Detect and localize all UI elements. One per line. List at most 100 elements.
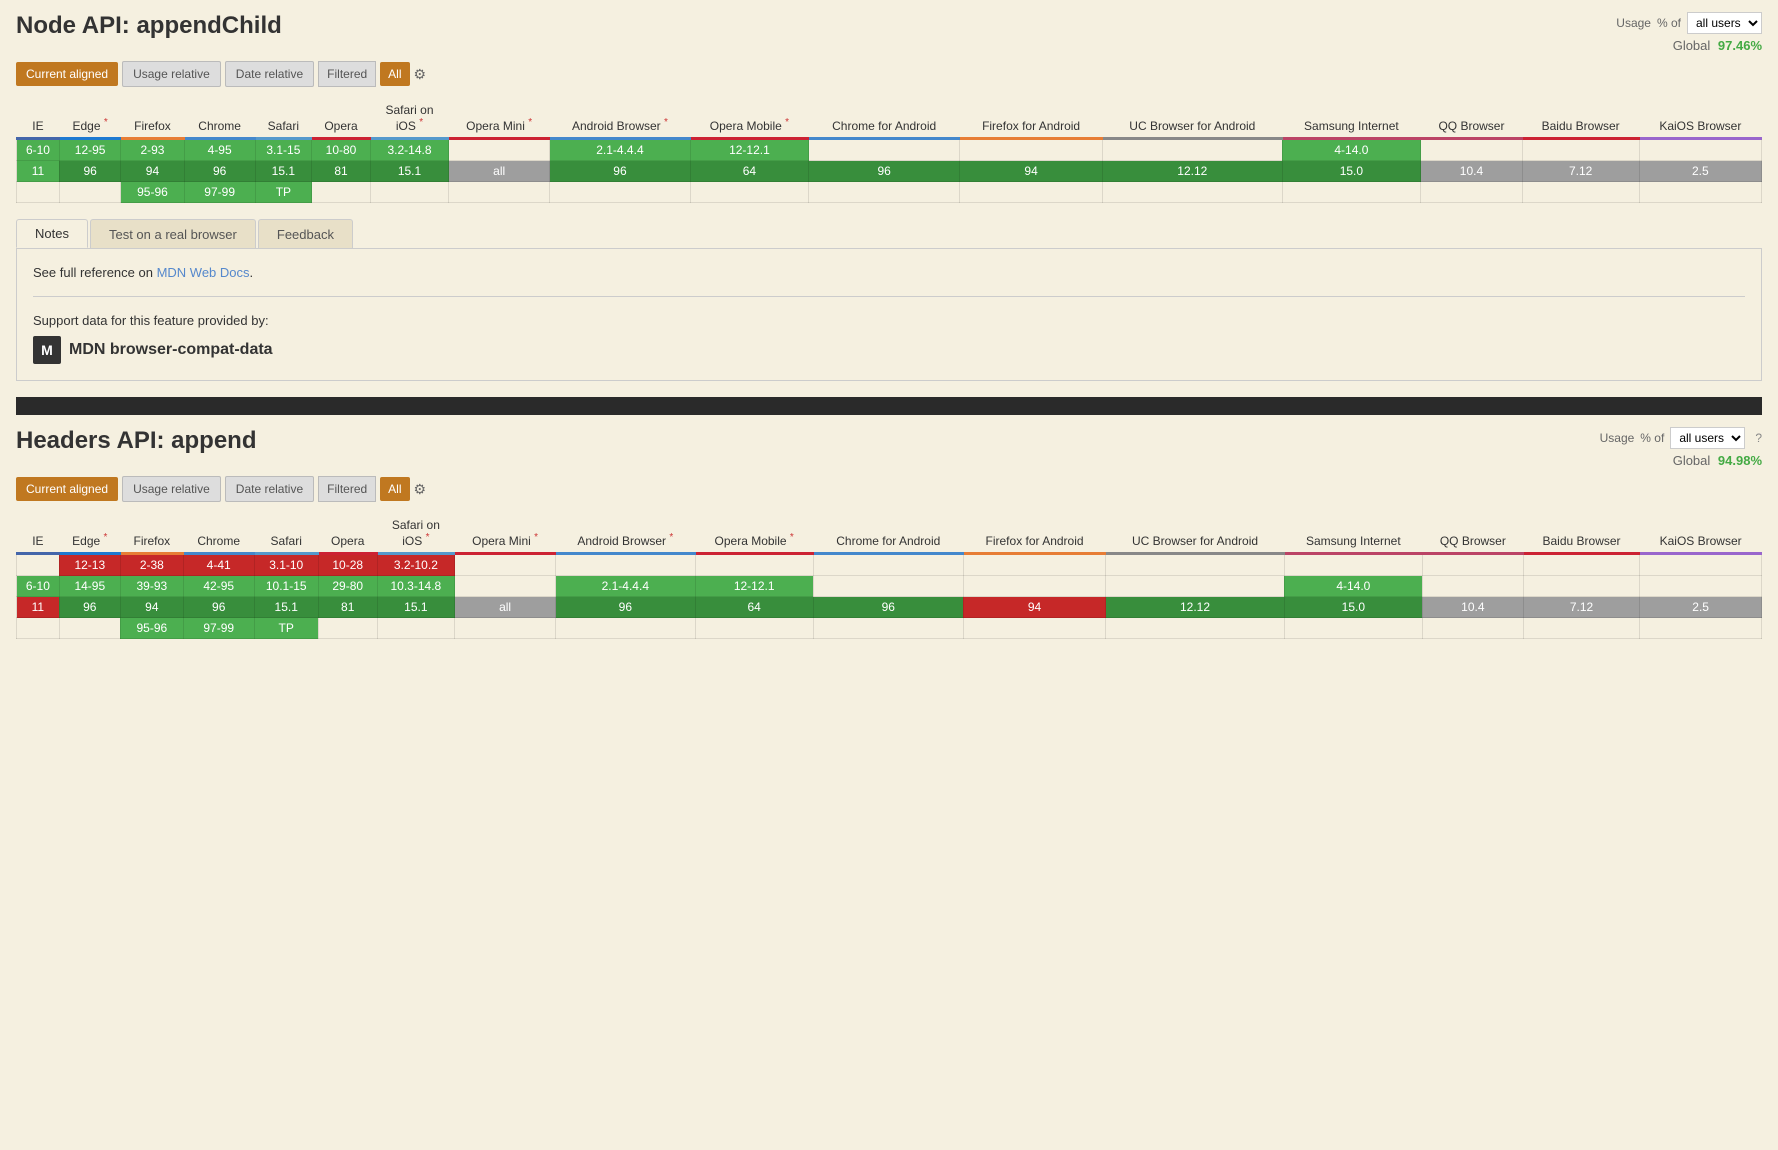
compat-cell: 96 xyxy=(809,161,960,182)
col-chrome-col: Chrome xyxy=(184,99,255,139)
usage-pct-label: % of xyxy=(1657,16,1681,30)
global-value: 97.46% xyxy=(1718,38,1762,53)
compat-cell: 95-96 xyxy=(121,182,184,203)
compat-cell xyxy=(1422,554,1523,576)
compat-table-wrapper: IE Edge * Firefox Chrome Safari Opera Sa… xyxy=(16,99,1762,203)
col-chrome-col: Chrome xyxy=(183,514,254,554)
compat-cell: TP xyxy=(255,182,311,203)
compat-cell: 4-14.0 xyxy=(1282,139,1421,161)
compat-cell: 81 xyxy=(318,597,377,618)
col-android-col: Android Browser * xyxy=(550,99,690,139)
btn-current-aligned[interactable]: Current aligned xyxy=(16,477,118,501)
btn-date-relative[interactable]: Date relative xyxy=(225,61,314,87)
col-safari-ios-col: Safari on iOS * xyxy=(377,514,455,554)
compat-cell xyxy=(318,618,377,639)
notes-tab-test-on-a-real-browser[interactable]: Test on a real browser xyxy=(90,219,256,248)
compat-cell xyxy=(449,139,550,161)
compat-cell: 97-99 xyxy=(183,618,254,639)
btn-all[interactable]: All xyxy=(380,477,409,501)
compat-cell: 97-99 xyxy=(184,182,255,203)
col-baidu-col: Baidu Browser xyxy=(1522,99,1639,139)
view-controls: Current aligned Usage relative Date rela… xyxy=(16,476,1762,502)
divider xyxy=(33,296,1745,297)
compat-cell xyxy=(455,618,556,639)
compat-cell: 15.0 xyxy=(1284,597,1422,618)
notes-tab-notes[interactable]: Notes xyxy=(16,219,88,248)
col-opera-mini-col: Opera Mini * xyxy=(455,514,556,554)
usage-select[interactable]: all users xyxy=(1670,427,1745,449)
notes-tab-feedback[interactable]: Feedback xyxy=(258,219,353,248)
compat-cell xyxy=(377,618,455,639)
compat-cell xyxy=(1106,618,1285,639)
col-opera-col: Opera xyxy=(312,99,371,139)
star-icon: * xyxy=(104,117,108,128)
btn-filtered[interactable]: Filtered xyxy=(318,61,376,87)
col-firefox-col: Firefox xyxy=(121,99,184,139)
btn-filtered[interactable]: Filtered xyxy=(318,476,376,502)
global-label: Global xyxy=(1673,38,1711,53)
col-qq-col: QQ Browser xyxy=(1421,99,1522,139)
star-icon: * xyxy=(669,532,673,543)
gear-icon[interactable]: ⚙ xyxy=(414,481,427,498)
compat-cell xyxy=(1640,576,1762,597)
col-opera-col: Opera xyxy=(318,514,377,554)
compat-table: IE Edge * Firefox Chrome Safari Opera Sa… xyxy=(16,514,1762,639)
compat-cell xyxy=(312,182,371,203)
compat-cell: 94 xyxy=(121,161,184,182)
gear-icon[interactable]: ⚙ xyxy=(414,66,427,83)
compat-cell: 14-95 xyxy=(59,576,120,597)
table-row: 12-132-384-413.1-1010-283.2-10.2 xyxy=(17,554,1762,576)
compat-cell xyxy=(1523,618,1639,639)
compat-cell xyxy=(813,576,963,597)
star-icon: * xyxy=(104,532,108,543)
compat-cell: 12-12.1 xyxy=(690,139,809,161)
question-icon[interactable]: ? xyxy=(1755,431,1762,445)
compat-cell xyxy=(17,182,60,203)
compat-cell: 7.12 xyxy=(1522,161,1639,182)
btn-usage-relative[interactable]: Usage relative xyxy=(122,61,221,87)
col-kaios-col: KaiOS Browser xyxy=(1640,514,1762,554)
compat-cell: 29-80 xyxy=(318,576,377,597)
btn-date-relative[interactable]: Date relative xyxy=(225,476,314,502)
mdn-link[interactable]: MDN Web Docs xyxy=(157,265,250,280)
compat-cell: 64 xyxy=(695,597,813,618)
col-samsung-col: Samsung Internet xyxy=(1284,514,1422,554)
col-opera-mob-col: Opera Mobile * xyxy=(695,514,813,554)
star-icon: * xyxy=(528,117,532,128)
col-android-col: Android Browser * xyxy=(556,514,696,554)
compat-cell: 94 xyxy=(960,161,1103,182)
btn-usage-relative[interactable]: Usage relative xyxy=(122,476,221,502)
star-icon: * xyxy=(785,117,789,128)
compat-cell xyxy=(1639,182,1761,203)
compat-cell xyxy=(1106,576,1285,597)
compat-cell: 10-80 xyxy=(312,139,371,161)
compat-cell: all xyxy=(449,161,550,182)
star-icon: * xyxy=(419,117,423,128)
compat-cell: 96 xyxy=(183,597,254,618)
compat-cell xyxy=(1422,618,1523,639)
compat-cell: 2.5 xyxy=(1639,161,1761,182)
compat-cell xyxy=(1106,554,1285,576)
compat-cell: all xyxy=(455,597,556,618)
compat-cell: 2-93 xyxy=(121,139,184,161)
compat-cell: 3.1-15 xyxy=(255,139,311,161)
compat-cell: 3.1-10 xyxy=(254,554,318,576)
compat-cell: 94 xyxy=(963,597,1105,618)
compat-cell xyxy=(17,554,60,576)
compat-cell: 12-13 xyxy=(59,554,120,576)
global-label: Global xyxy=(1673,453,1711,468)
compat-cell: 95-96 xyxy=(120,618,183,639)
compat-cell xyxy=(550,182,690,203)
col-uc-android-col: UC Browser for Android xyxy=(1103,99,1282,139)
compat-cell: 4-95 xyxy=(184,139,255,161)
btn-all[interactable]: All xyxy=(380,62,409,86)
compat-cell xyxy=(1522,139,1639,161)
compat-cell: 12.12 xyxy=(1103,161,1282,182)
compat-cell xyxy=(960,182,1103,203)
compat-cell xyxy=(1639,139,1761,161)
col-safari-col: Safari xyxy=(254,514,318,554)
compat-cell: 81 xyxy=(312,161,371,182)
btn-current-aligned[interactable]: Current aligned xyxy=(16,62,118,86)
compat-cell: 7.12 xyxy=(1523,597,1639,618)
usage-select[interactable]: all users xyxy=(1687,12,1762,34)
